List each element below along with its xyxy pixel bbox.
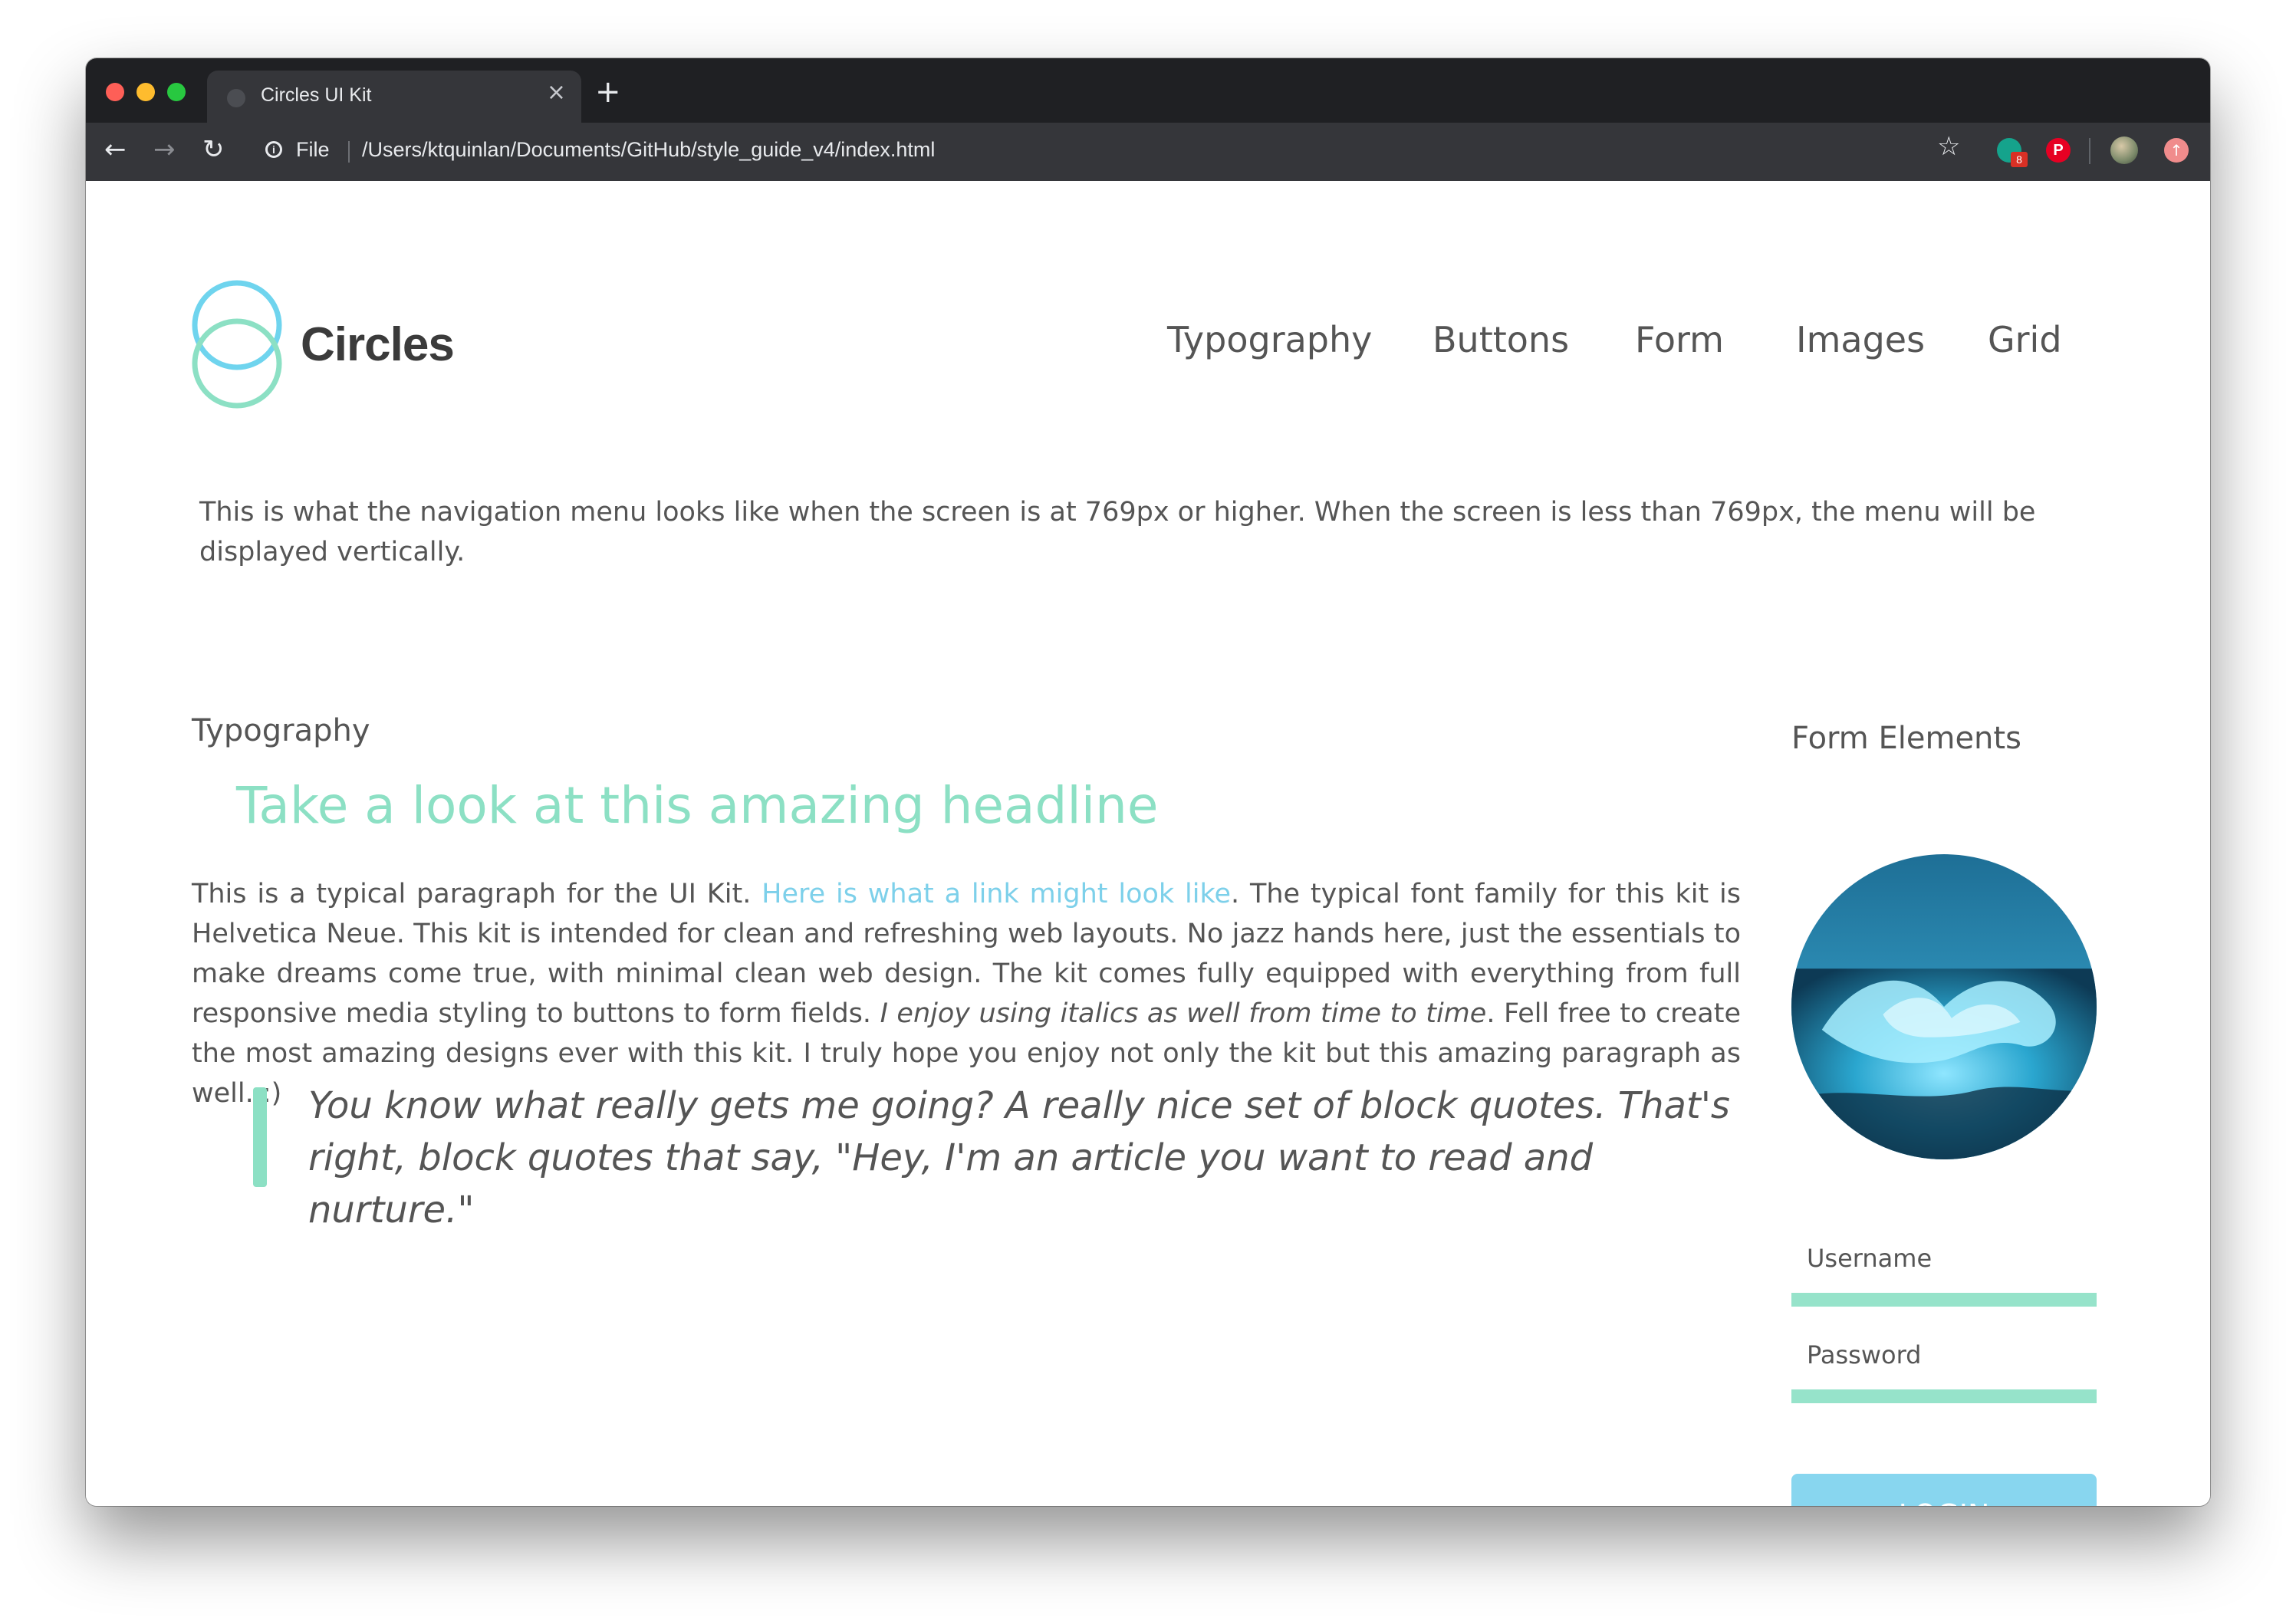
extension-badge: 8 [2011, 152, 2028, 167]
paragraph-text: This is a typical paragraph for the UI K… [192, 879, 762, 909]
toolbar-divider [2089, 138, 2090, 164]
nav-form[interactable]: Form [1635, 319, 1724, 360]
maximize-window-button[interactable] [167, 83, 186, 101]
circles-logo-icon[interactable] [189, 279, 285, 409]
login-button[interactable]: LOGIN [1791, 1474, 2097, 1506]
browser-window: Circles UI Kit × + ← → ↻ i File /Users/k… [86, 58, 2210, 1506]
page-content: Circles Typography Buttons Form Images G… [86, 181, 2210, 1506]
tab-title: Circles UI Kit [261, 84, 372, 106]
brand-name[interactable]: Circles [301, 317, 455, 372]
info-icon[interactable]: i [265, 141, 282, 158]
form-section-title: Form Elements [1791, 721, 2021, 756]
url-scheme-label: File [296, 138, 330, 161]
ocean-wave-image [1791, 854, 2097, 1159]
username-field-label[interactable]: Username [1807, 1244, 1932, 1273]
url-text[interactable]: /Users/ktquinlan/Documents/GitHub/style_… [362, 138, 935, 162]
globe-icon [227, 89, 245, 107]
reload-icon[interactable]: ↻ [202, 136, 225, 163]
typography-section-title: Typography [192, 713, 370, 748]
body-paragraph: This is a typical paragraph for the UI K… [192, 874, 1741, 1113]
address-bar[interactable]: i File /Users/ktquinlan/Documents/GitHub… [258, 132, 2083, 172]
new-tab-icon[interactable]: + [595, 77, 621, 107]
pinterest-extension-icon[interactable]: P [2046, 138, 2071, 163]
password-field-label[interactable]: Password [1807, 1340, 1921, 1369]
close-tab-icon[interactable]: × [547, 81, 566, 104]
password-field-underline[interactable] [1791, 1389, 2097, 1403]
nav-images[interactable]: Images [1796, 319, 1925, 360]
headline: Take a look at this amazing headline [236, 776, 1159, 835]
tab-bar: Circles UI Kit × + [86, 58, 2210, 123]
url-divider [348, 141, 350, 163]
italic-text: I enjoy using italics as well from time … [880, 998, 1487, 1029]
intro-text: This is what the navigation menu looks l… [199, 497, 2036, 567]
back-icon[interactable]: ← [104, 136, 127, 163]
sample-link[interactable]: Here is what a link might look like [761, 879, 1231, 909]
bookmark-star-icon[interactable]: ☆ [1937, 133, 1960, 159]
blockquote-accent-bar [253, 1087, 267, 1187]
nav-buttons[interactable]: Buttons [1433, 319, 1569, 360]
nav-typography[interactable]: Typography [1167, 319, 1372, 360]
minimize-window-button[interactable] [137, 83, 155, 101]
close-window-button[interactable] [106, 83, 124, 101]
profile-avatar[interactable] [2110, 136, 2138, 164]
browser-toolbar: ← → ↻ i File /Users/ktquinlan/Documents/… [86, 123, 2210, 181]
upload-extension-icon[interactable]: ↑ [2164, 138, 2189, 163]
nav-grid[interactable]: Grid [1988, 319, 2062, 360]
blockquote: You know what really gets me going? A re… [308, 1084, 1730, 1231]
browser-tab[interactable]: Circles UI Kit × [207, 71, 581, 123]
username-field-underline[interactable] [1791, 1293, 2097, 1307]
forward-icon[interactable]: → [153, 136, 176, 163]
